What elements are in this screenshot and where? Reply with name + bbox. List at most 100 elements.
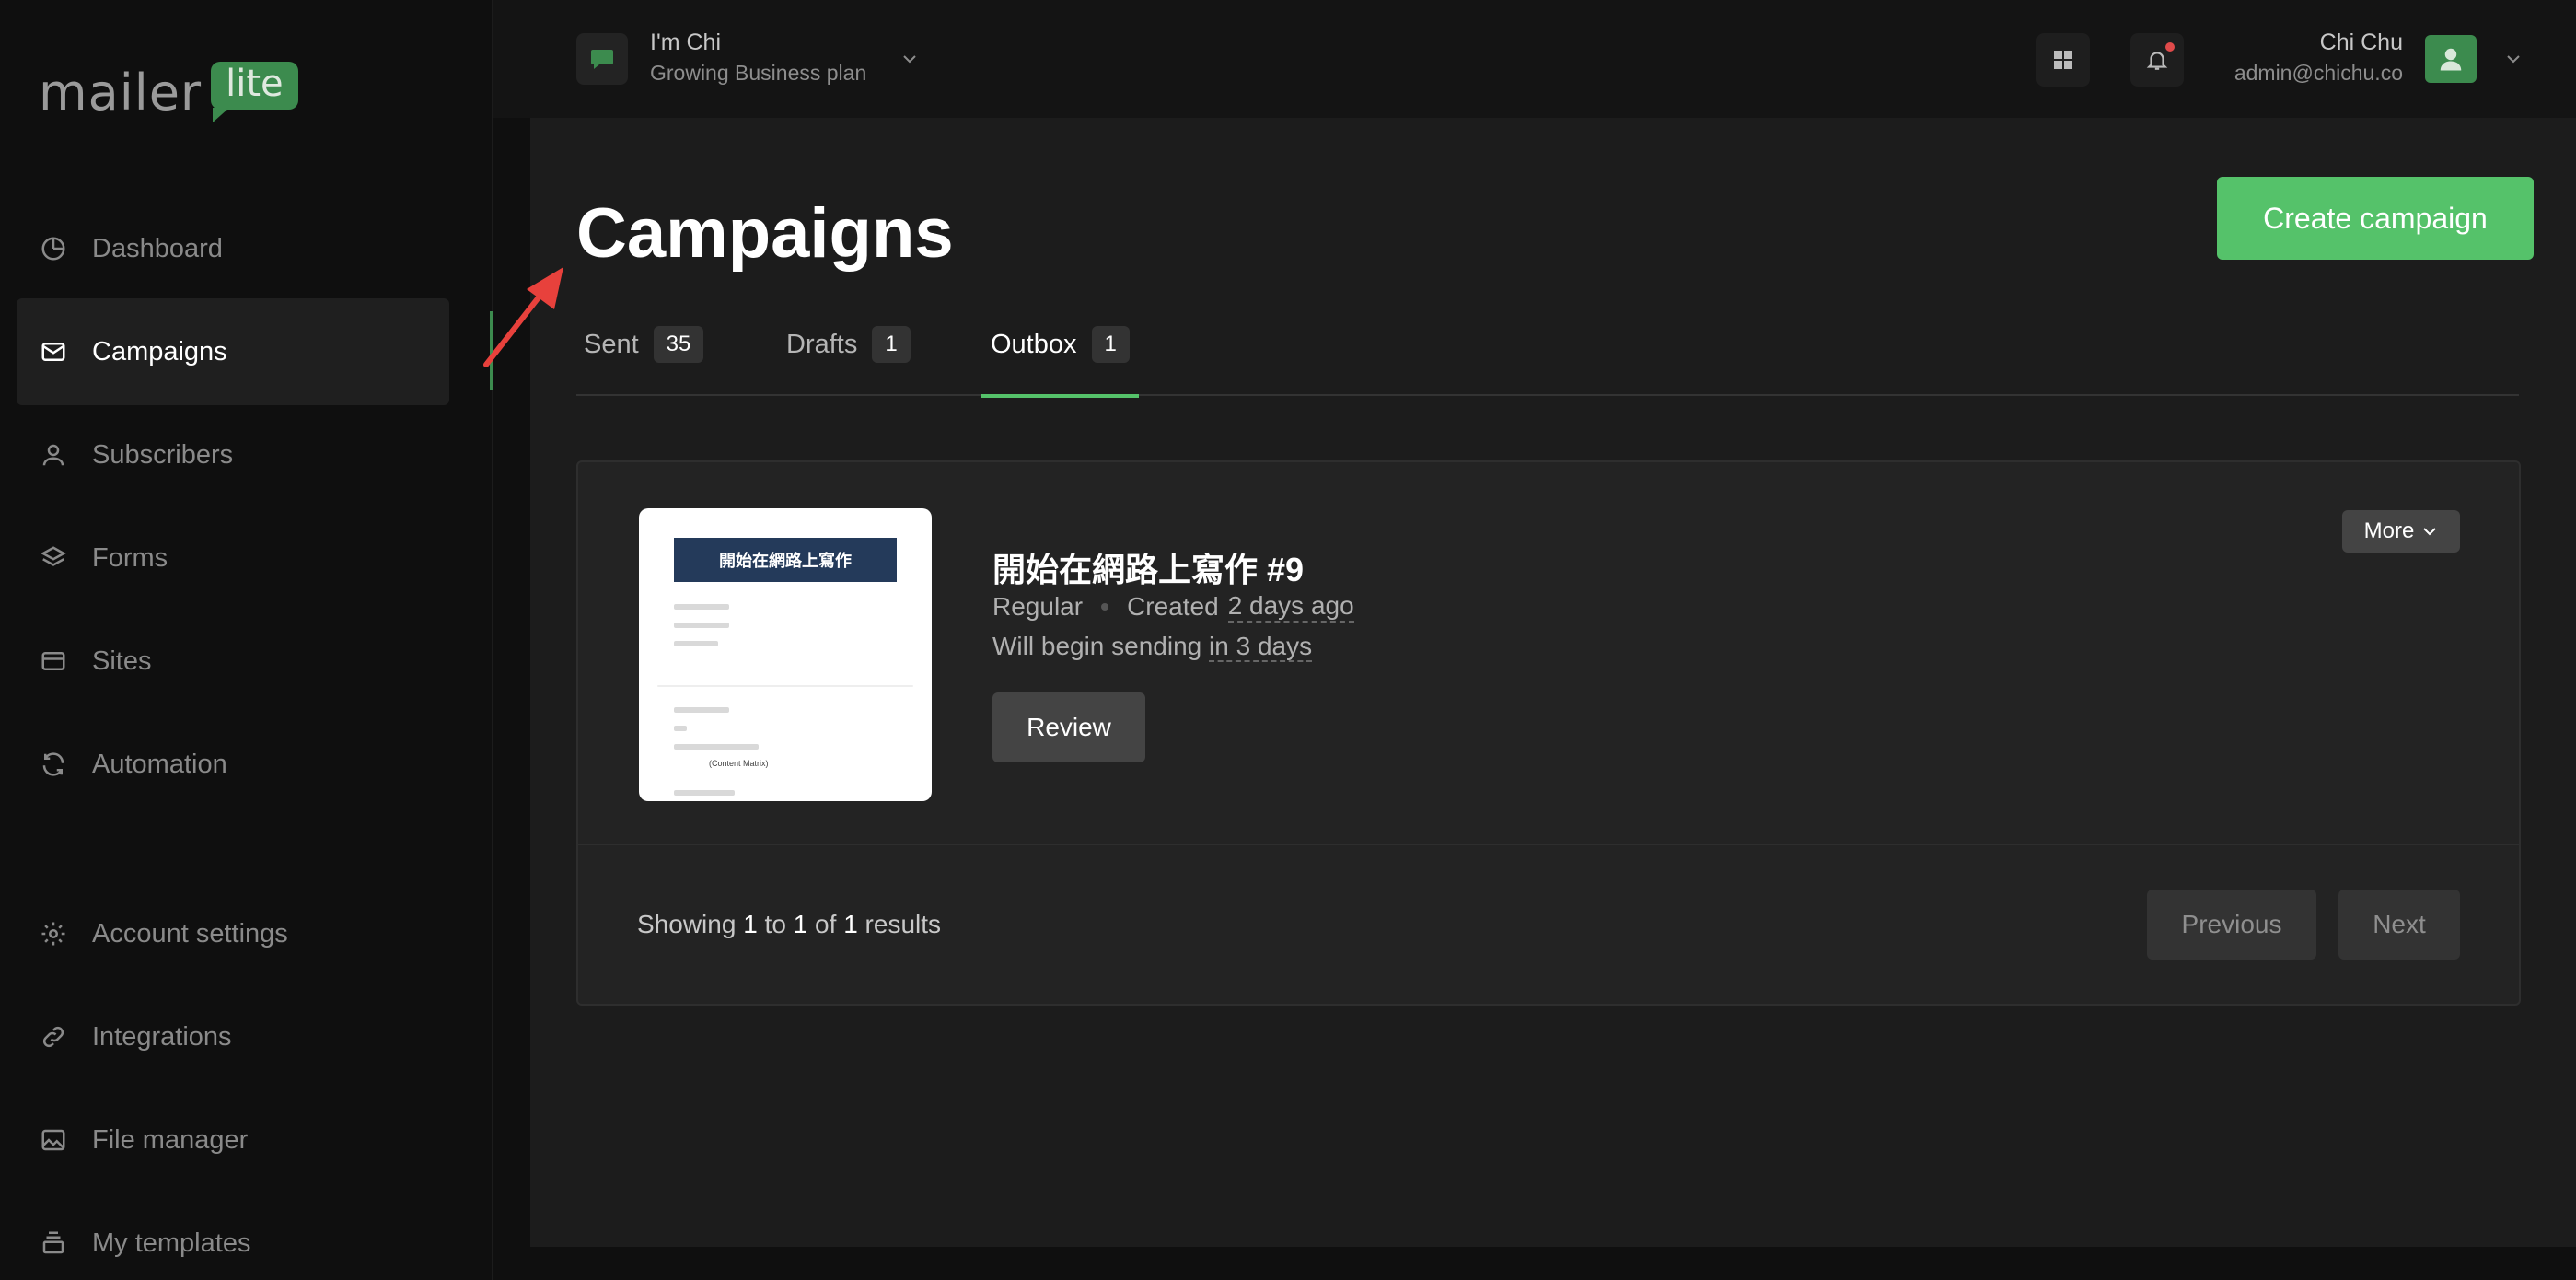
campaign-thumbnail[interactable]: 開始在網路上寫作 (Content Matrix) [639, 508, 932, 801]
tab-count: 35 [653, 326, 704, 363]
sidebar: mailer lite Dashboard Campaigns Subscrib… [0, 0, 492, 1280]
next-button[interactable]: Next [2338, 890, 2460, 960]
showing-to: 1 [793, 910, 808, 938]
sidebar-item-my-templates[interactable]: My templates [17, 1190, 449, 1280]
sidebar-item-label: Integrations [92, 1021, 232, 1052]
gear-icon [39, 919, 68, 948]
sidebar-item-automation[interactable]: Automation [17, 711, 449, 818]
showing-of-word: of [815, 910, 837, 938]
layers-icon [39, 543, 68, 573]
tab-count: 1 [1091, 326, 1130, 363]
person-icon [2440, 48, 2462, 71]
sidebar-item-label: Subscribers [92, 439, 234, 470]
dashboard-icon [39, 234, 68, 263]
user-name: Chi Chu [2319, 29, 2403, 55]
sidebar-item-forms[interactable]: Forms [17, 505, 449, 611]
campaign-row: 開始在網路上寫作 (Content Matrix) 開始在網路上寫作 #9 Re… [578, 462, 2519, 845]
sidebar-item-integrations[interactable]: Integrations [17, 983, 449, 1090]
separator-dot [1101, 603, 1109, 611]
chevron-down-icon[interactable] [899, 50, 921, 68]
annotation-arrow-icon [483, 267, 563, 367]
thumbnail-line [674, 790, 735, 796]
app: mailer lite Dashboard Campaigns Subscrib… [0, 0, 2576, 1280]
thumbnail-line [674, 641, 718, 646]
grid-icon [2054, 51, 2072, 69]
refresh-icon [39, 750, 68, 779]
tab-drafts[interactable]: Drafts 1 [786, 293, 911, 396]
page-title: Campaigns [576, 194, 954, 273]
campaign-schedule: Will begin sending in 3 days [992, 632, 1313, 662]
tab-count: 1 [872, 326, 911, 363]
sidebar-item-sites[interactable]: Sites [17, 608, 449, 715]
sidebar-item-campaigns[interactable]: Campaigns [17, 298, 449, 405]
top-bar: I'm Chi Growing Business plan Chi Chu ad… [493, 0, 2576, 118]
campaign-type: Regular [992, 592, 1084, 621]
campaign-card: 開始在網路上寫作 (Content Matrix) 開始在網路上寫作 #9 Re… [576, 460, 2521, 1006]
chat-bubble-icon [591, 50, 613, 69]
thumbnail-line [674, 604, 729, 610]
apps-grid-button[interactable] [2036, 33, 2090, 87]
created-time: 2 days ago [1227, 591, 1354, 623]
tab-label: Outbox [991, 329, 1077, 359]
bell-icon [2146, 52, 2168, 70]
create-campaign-button[interactable]: Create campaign [2217, 177, 2534, 260]
logo-badge: lite [211, 62, 298, 122]
sidebar-item-account-settings[interactable]: Account settings [17, 880, 449, 987]
sidebar-item-file-manager[interactable]: File manager [17, 1087, 449, 1193]
tab-outbox[interactable]: Outbox 1 [981, 293, 1139, 398]
avatar[interactable] [2425, 35, 2477, 83]
sidebar-divider [492, 0, 493, 1280]
tab-label: Drafts [786, 329, 858, 359]
campaign-meta: Regular Created 2 days ago [992, 591, 1354, 623]
thumbnail-line [674, 707, 729, 713]
thumbnail-banner: 開始在網路上寫作 [674, 538, 897, 582]
showing-total: 1 [843, 910, 858, 938]
sidebar-item-label: Automation [92, 749, 227, 779]
user-email: admin@chichu.co [2234, 61, 2403, 85]
sidebar-item-label: Dashboard [92, 233, 223, 263]
mailerlite-logo[interactable]: mailer lite [39, 61, 298, 125]
campaign-title[interactable]: 開始在網路上寫作 #9 [992, 543, 1304, 591]
mail-icon [39, 337, 68, 367]
tab-sent[interactable]: Sent 35 [584, 293, 704, 396]
stack-icon [39, 1228, 68, 1258]
workspace-plan: Growing Business plan [650, 61, 867, 85]
tab-label: Sent [584, 329, 639, 359]
review-button[interactable]: Review [992, 692, 1145, 762]
chevron-down-icon[interactable] [2502, 50, 2524, 68]
thumbnail-divider [657, 685, 913, 687]
person-icon [39, 440, 68, 470]
workspace-avatar[interactable] [576, 33, 628, 85]
more-label: More [2363, 518, 2415, 543]
showing-results-word: results [864, 910, 942, 938]
sidebar-item-label: File manager [92, 1124, 249, 1155]
logo-word: mailer [39, 64, 203, 122]
results-summary: Showing 1 to 1 of 1 results [637, 910, 941, 939]
created-prefix: Created [1127, 592, 1219, 621]
sidebar-item-dashboard[interactable]: Dashboard [17, 195, 449, 302]
notifications-button[interactable] [2130, 33, 2184, 87]
notification-dot [2165, 42, 2175, 52]
thumbnail-line [674, 744, 759, 750]
thumbnail-line [674, 726, 687, 731]
main-content: Campaigns Create campaign Sent 35 Drafts… [530, 118, 2576, 1247]
chevron-down-icon [2423, 528, 2437, 536]
sidebar-item-label: Forms [92, 542, 168, 573]
link-icon [39, 1022, 68, 1052]
previous-button[interactable]: Previous [2147, 890, 2316, 960]
sidebar-item-label: Sites [92, 646, 152, 676]
thumbnail-line [674, 623, 729, 628]
workspace-name[interactable]: I'm Chi [650, 29, 721, 56]
sidebar-item-label: Account settings [92, 918, 288, 948]
showing-to-word: to [764, 910, 786, 938]
sidebar-item-subscribers[interactable]: Subscribers [17, 401, 449, 508]
showing-prefix: Showing [637, 910, 737, 938]
sidebar-item-label: Campaigns [92, 336, 227, 367]
schedule-time: in 3 days [1209, 632, 1313, 662]
showing-from: 1 [743, 910, 758, 938]
browser-icon [39, 646, 68, 676]
thumbnail-caption: (Content Matrix) [709, 759, 769, 768]
campaign-tabs: Sent 35 Drafts 1 Outbox 1 [576, 293, 2519, 398]
more-button[interactable]: More [2342, 510, 2460, 553]
sidebar-item-label: My templates [92, 1228, 251, 1258]
